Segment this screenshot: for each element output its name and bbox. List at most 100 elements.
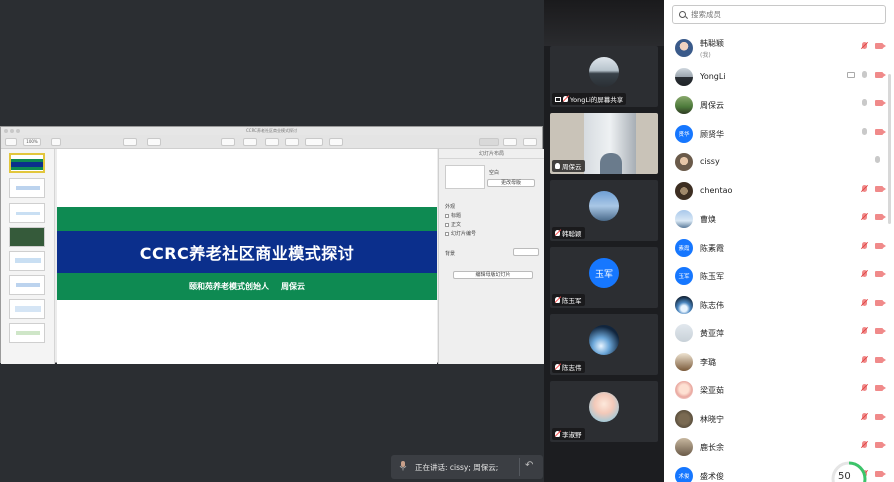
mic-muted-icon[interactable] — [862, 384, 868, 394]
avatar: 玉军 — [675, 267, 693, 285]
slide-thumbnail[interactable] — [9, 178, 45, 198]
camera-off-icon[interactable] — [875, 100, 886, 108]
layout-preview[interactable] — [445, 165, 485, 189]
background-color-well[interactable] — [513, 248, 539, 256]
slide-thumbnail[interactable] — [9, 275, 45, 295]
mic-muted-icon[interactable] — [862, 270, 868, 280]
camera-off-icon[interactable] — [875, 442, 886, 450]
member-name: 陈素霞 — [700, 243, 724, 253]
avatar — [675, 409, 693, 428]
mic-muted-icon[interactable] — [862, 355, 868, 366]
shape-button[interactable] — [285, 138, 299, 146]
scrollbar[interactable] — [888, 74, 891, 224]
member-row[interactable]: 陈志伟 — [664, 291, 894, 319]
animate-button[interactable] — [503, 138, 517, 146]
mic-muted-icon[interactable] — [862, 184, 868, 195]
mic-muted-icon[interactable] — [862, 213, 868, 223]
slide-thumbnail[interactable] — [9, 251, 45, 271]
mic-icon[interactable] — [862, 70, 868, 81]
member-row[interactable]: 贤华 顾贤华 — [664, 120, 894, 148]
media-button[interactable] — [305, 138, 323, 146]
zoom-select[interactable]: 100% — [23, 138, 41, 146]
member-row[interactable]: 梁亚茹 — [664, 376, 894, 404]
mic-muted-icon[interactable] — [862, 42, 868, 52]
camera-off-icon[interactable] — [875, 242, 886, 251]
camera-off-icon[interactable] — [875, 356, 886, 365]
member-name: 曹焕 — [700, 215, 716, 224]
camera-off-icon[interactable] — [875, 385, 886, 393]
checkbox-body[interactable]: 正文 — [445, 221, 461, 228]
keynote-live-button[interactable] — [147, 138, 161, 146]
play-button[interactable] — [123, 138, 137, 146]
window-controls[interactable] — [4, 129, 20, 133]
tile-name: YongLi的屏幕共享 — [570, 96, 624, 104]
slide-thumbnail[interactable] — [9, 203, 45, 223]
camera-off-icon[interactable] — [875, 71, 886, 80]
mic-icon[interactable] — [862, 127, 868, 138]
slide-thumbnail[interactable] — [9, 227, 45, 247]
search-input[interactable] — [691, 10, 871, 19]
mic-muted-icon[interactable] — [862, 298, 868, 309]
camera-off-icon[interactable] — [875, 43, 886, 51]
member-row[interactable]: 李璐 — [664, 348, 894, 376]
camera-off-icon[interactable] — [875, 299, 886, 308]
member-row[interactable]: chentao — [664, 177, 894, 205]
slide-thumbnail[interactable] — [9, 153, 45, 173]
video-tile[interactable]: 李淑野 — [550, 381, 658, 442]
comment-button[interactable] — [329, 138, 343, 146]
camera-off-icon[interactable] — [875, 185, 886, 194]
member-row[interactable]: 周保云 — [664, 91, 894, 119]
search-icon — [679, 11, 686, 18]
member-row[interactable]: 韩聪颖 (我) — [664, 34, 894, 62]
mic-icon[interactable] — [862, 99, 868, 109]
add-slide-button[interactable] — [51, 138, 61, 146]
collapse-icon[interactable]: ↶ — [525, 460, 533, 471]
slide-canvas[interactable]: CCRC养老社区商业模式探讨 颐和苑养老模式创始人 周保云 — [57, 149, 437, 364]
member-row[interactable]: YongLi — [664, 63, 894, 91]
member-row[interactable]: 黄亚萍 — [664, 319, 894, 347]
layout-name: 空白 — [489, 170, 500, 176]
view-button[interactable] — [5, 138, 17, 146]
camera-off-icon[interactable] — [875, 128, 886, 137]
mic-icon[interactable] — [875, 156, 881, 166]
member-row[interactable]: 林晓宁 — [664, 405, 894, 433]
edit-master-button[interactable]: 编辑母版幻灯片 — [453, 271, 533, 279]
change-master-button[interactable]: 更改母版 — [487, 179, 535, 187]
video-tile[interactable]: 陈志伟 — [550, 314, 658, 375]
avatar — [675, 153, 693, 171]
mic-muted-icon[interactable] — [862, 441, 868, 451]
mic-muted-icon[interactable] — [862, 241, 868, 252]
avatar: 贤华 — [675, 124, 693, 143]
member-row[interactable]: 素霞 陈素霞 — [664, 234, 894, 262]
slide-navigator — [1, 149, 55, 364]
mic-muted-icon[interactable] — [862, 412, 868, 423]
member-row[interactable]: cissy — [664, 148, 894, 176]
slide-subtitle-role: 颐和苑养老模式创始人 — [189, 282, 269, 291]
camera-off-icon[interactable] — [875, 271, 886, 279]
video-tile[interactable]: YongLi的屏幕共享 — [550, 46, 658, 107]
member-search[interactable] — [672, 5, 886, 24]
chart-button[interactable] — [243, 138, 257, 146]
video-tile[interactable]: 韩聪颖 — [550, 180, 658, 241]
camera-off-icon[interactable] — [875, 470, 886, 479]
member-row[interactable]: 曹焕 — [664, 205, 894, 233]
checkbox-slide-number[interactable]: 幻灯片编号 — [445, 230, 476, 237]
camera-off-icon[interactable] — [875, 413, 886, 422]
text-button[interactable] — [265, 138, 279, 146]
member-name: 黄亚萍 — [700, 329, 724, 338]
slide-thumbnail[interactable] — [9, 299, 45, 319]
member-name: 韩聪颖 — [700, 39, 724, 48]
format-button[interactable] — [479, 138, 499, 146]
table-button[interactable] — [221, 138, 235, 146]
document-button[interactable] — [523, 138, 537, 146]
mic-muted-icon[interactable] — [862, 327, 868, 337]
member-row[interactable]: 鹿长余 — [664, 433, 894, 461]
video-tile[interactable]: 玉军 陈玉军 — [550, 247, 658, 308]
camera-off-icon[interactable] — [875, 328, 886, 336]
video-tile[interactable]: 周保云 — [550, 113, 658, 174]
slide-thumbnail[interactable] — [9, 323, 45, 343]
avatar — [675, 352, 693, 371]
checkbox-title[interactable]: 标题 — [445, 212, 461, 219]
member-row[interactable]: 玉军 陈玉军 — [664, 262, 894, 290]
camera-off-icon[interactable] — [875, 214, 886, 222]
